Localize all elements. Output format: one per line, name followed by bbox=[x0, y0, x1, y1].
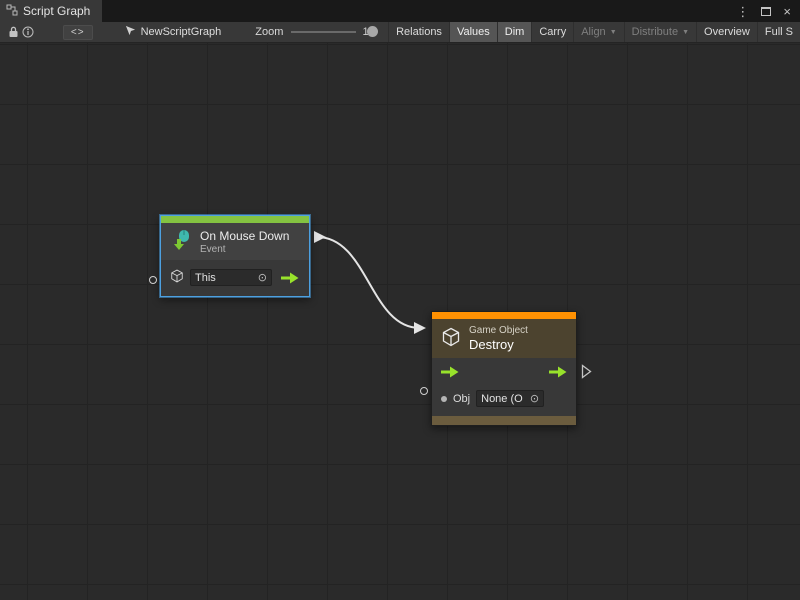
destroy-flow-port-row bbox=[441, 365, 567, 381]
overview-label: Overview bbox=[704, 26, 750, 38]
event-output-flow-port[interactable] bbox=[281, 272, 299, 284]
close-icon[interactable]: × bbox=[783, 5, 791, 18]
event-target-port-row: This ⊙ bbox=[170, 269, 299, 286]
obj-object-field[interactable]: None (O ⊙ bbox=[476, 390, 544, 407]
wire-end-arrowhead bbox=[414, 322, 426, 334]
tab-title: Script Graph bbox=[23, 4, 90, 18]
align-label: Align bbox=[581, 26, 605, 38]
target-object-field[interactable]: This ⊙ bbox=[190, 269, 272, 286]
dim-label: Dim bbox=[505, 26, 525, 38]
fullscreen-button[interactable]: Full S bbox=[757, 22, 800, 42]
zoom-slider-track[interactable] bbox=[291, 31, 356, 33]
destroy-output-flow-port[interactable] bbox=[549, 366, 567, 381]
graph-canvas[interactable]: On Mouse Down Event This ⊙ bbox=[0, 42, 800, 600]
lock-icon[interactable] bbox=[6, 26, 20, 38]
destroy-obj-port-row: Obj None (O ⊙ bbox=[441, 390, 567, 407]
target-object-value: This bbox=[195, 272, 216, 284]
window-controls: ⋮ × bbox=[736, 0, 800, 22]
destroy-node-body: Obj None (O ⊙ bbox=[432, 358, 576, 416]
event-target-input-port[interactable] bbox=[149, 276, 157, 284]
carry-label: Carry bbox=[539, 26, 566, 38]
graph-asset-icon bbox=[125, 25, 136, 39]
graph-toolbar: <> NewScriptGraph Zoom 1x Relations Valu… bbox=[0, 22, 800, 42]
destroy-node-footer-bar bbox=[432, 416, 576, 425]
zoom-slider[interactable] bbox=[291, 22, 356, 42]
overview-button[interactable]: Overview bbox=[696, 22, 757, 42]
values-button[interactable]: Values bbox=[449, 22, 497, 42]
obj-object-value: None (O bbox=[481, 393, 523, 405]
obj-value-input-port[interactable] bbox=[420, 387, 428, 395]
chevron-down-icon: ▼ bbox=[610, 29, 617, 36]
object-picker-icon[interactable]: ⊙ bbox=[258, 271, 267, 284]
obj-port-label: Obj bbox=[453, 393, 470, 405]
graph-name: NewScriptGraph bbox=[141, 26, 222, 38]
event-node-subtitle: Event bbox=[200, 244, 289, 255]
event-node-body: This ⊙ bbox=[161, 260, 309, 296]
event-node-titles: On Mouse Down Event bbox=[200, 229, 289, 255]
object-picker-icon[interactable]: ⊙ bbox=[530, 392, 539, 405]
values-label: Values bbox=[457, 26, 490, 38]
fullscreen-label: Full S bbox=[765, 26, 793, 38]
graph-breadcrumb[interactable]: NewScriptGraph bbox=[125, 25, 222, 39]
destroy-node-pretitle: Game Object bbox=[469, 325, 528, 336]
event-node-title: On Mouse Down bbox=[200, 229, 289, 243]
align-button[interactable]: Align ▼ bbox=[573, 22, 623, 42]
code-view-button[interactable]: <> bbox=[63, 25, 93, 40]
chevron-down-icon: ▼ bbox=[682, 29, 689, 36]
info-icon[interactable] bbox=[20, 26, 34, 38]
distribute-label: Distribute bbox=[632, 26, 678, 38]
destroy-node-title: Destroy bbox=[469, 337, 528, 352]
node-on-mouse-down[interactable]: On Mouse Down Event This ⊙ bbox=[160, 215, 310, 297]
titlebar: Script Graph ⋮ × bbox=[0, 0, 800, 22]
flow-wire[interactable] bbox=[317, 237, 420, 328]
destroy-input-flow-port[interactable] bbox=[441, 366, 459, 381]
zoom-slider-knob[interactable] bbox=[367, 26, 378, 37]
game-object-cube-icon bbox=[441, 327, 461, 350]
event-node-header[interactable]: On Mouse Down Event bbox=[161, 223, 309, 260]
event-node-accent-bar bbox=[161, 216, 309, 223]
window-menu-icon[interactable]: ⋮ bbox=[736, 5, 749, 18]
destroy-node-accent-bar bbox=[432, 312, 576, 319]
tab-script-graph[interactable]: Script Graph bbox=[0, 0, 102, 22]
game-object-cube-icon bbox=[170, 269, 184, 286]
relations-label: Relations bbox=[396, 26, 442, 38]
obj-port-dot-icon bbox=[441, 396, 447, 402]
connection-layer bbox=[0, 43, 800, 600]
destroy-node-header[interactable]: Game Object Destroy bbox=[432, 319, 576, 358]
zoom-label: Zoom bbox=[255, 26, 283, 38]
destroy-node-titles: Game Object Destroy bbox=[469, 325, 528, 352]
relations-button[interactable]: Relations bbox=[388, 22, 449, 42]
toolbar-buttons: Relations Values Dim Carry Align ▼ Distri… bbox=[388, 22, 800, 42]
script-graph-icon bbox=[6, 4, 18, 19]
mouse-down-icon bbox=[169, 228, 193, 255]
node-destroy[interactable]: Game Object Destroy Obj None (O ⊙ bbox=[431, 311, 577, 426]
maximize-icon[interactable] bbox=[761, 7, 771, 16]
distribute-button[interactable]: Distribute ▼ bbox=[624, 22, 696, 42]
carry-button[interactable]: Carry bbox=[531, 22, 573, 42]
wire-start-arrowhead bbox=[314, 231, 326, 243]
dim-button[interactable]: Dim bbox=[497, 22, 532, 42]
destroy-output-port-triangle[interactable] bbox=[581, 364, 592, 379]
